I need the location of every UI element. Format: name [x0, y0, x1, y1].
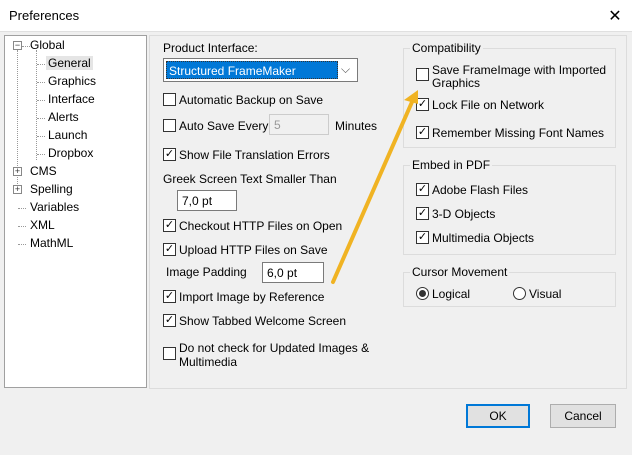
ok-button[interactable]: OK	[466, 404, 530, 428]
arrow-head	[404, 90, 418, 104]
arrow-shaft	[331, 100, 414, 284]
cancel-button[interactable]: Cancel	[550, 404, 616, 428]
annotation-arrow	[331, 90, 418, 284]
